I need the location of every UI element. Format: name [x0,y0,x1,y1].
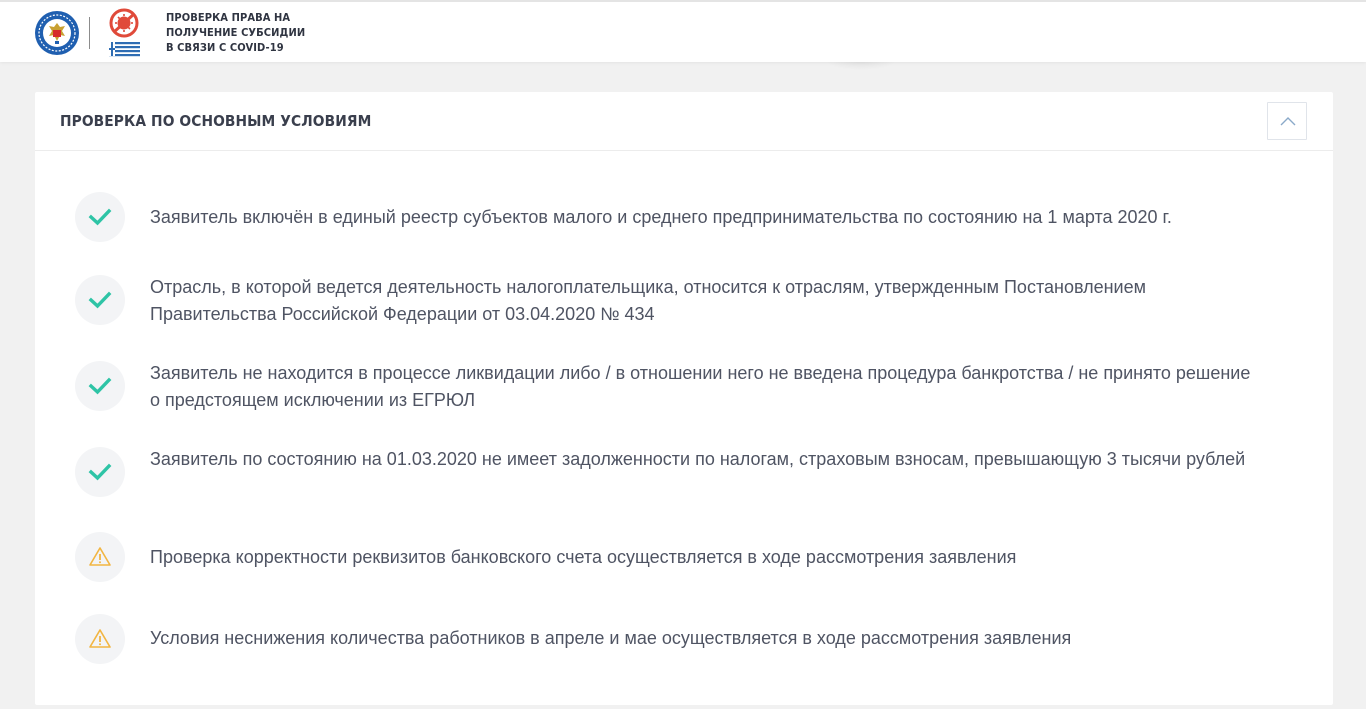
header-title: ПРОВЕРКА ПРАВА НА ПОЛУЧЕНИЕ СУБСИДИИ В С… [166,10,305,55]
header-title-line: ПОЛУЧЕНИЕ СУБСИДИИ [166,26,306,39]
card-title: ПРОВЕРКА ПО ОСНОВНЫМ УСЛОВИЯМ [60,112,372,130]
card-header: ПРОВЕРКА ПО ОСНОВНЫМ УСЛОВИЯМ [35,92,1333,151]
condition-text: Отрасль, в которой ведется деятельность … [150,277,1146,324]
status-badge [75,192,125,242]
condition-text: Заявитель по состоянию на 01.03.2020 не … [150,449,1246,469]
condition-text: Проверка корректности реквизитов банковс… [150,547,1017,567]
fns-emblem-icon[interactable] [34,10,80,56]
status-badge [75,361,125,411]
status-badge [75,614,125,664]
check-icon [88,291,112,309]
covid-stop-icon [106,8,142,58]
status-badge [75,532,125,582]
site-header: ПРОВЕРКА ПРАВА НА ПОЛУЧЕНИЕ СУБСИДИИ В С… [0,0,1366,62]
chevron-up-icon [1280,117,1296,126]
check-icon [88,463,112,481]
collapse-button[interactable] [1267,102,1307,140]
check-icon [88,377,112,395]
header-title-line: В СВЯЗИ С COVID-19 [166,41,284,54]
header-title-line: ПРОВЕРКА ПРАВА НА [166,11,291,24]
condition-text: Заявитель не находится в процессе ликвид… [150,363,1251,410]
warning-icon [89,547,111,566]
conditions-card: ПРОВЕРКА ПО ОСНОВНЫМ УСЛОВИЯМ Заявитель … [35,92,1333,705]
status-badge [75,447,125,497]
status-badge [75,275,125,325]
check-icon [88,208,112,226]
header-tab-shadow [826,62,896,70]
condition-text: Заявитель включён в единый реестр субъек… [150,207,1172,227]
warning-icon [89,629,111,648]
logo-divider [89,17,90,49]
condition-text: Условия неснижения количества работников… [150,628,1072,648]
